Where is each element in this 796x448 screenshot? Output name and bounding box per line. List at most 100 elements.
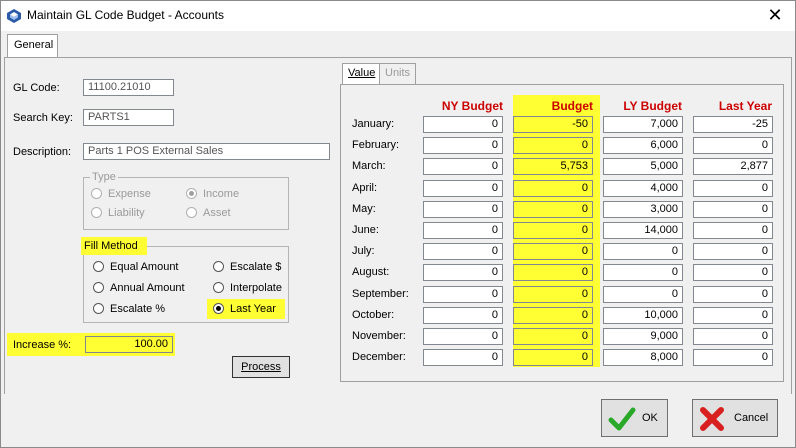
cell-budget[interactable]: 0: [513, 201, 593, 218]
header-ny-budget: NY Budget: [441, 99, 503, 113]
cell-ny[interactable]: 0: [423, 328, 503, 345]
cell-last[interactable]: 0: [693, 222, 773, 239]
cell-ly[interactable]: 7,000: [603, 116, 683, 133]
gl-code-label: GL Code:: [13, 82, 60, 94]
month-label: March:: [352, 160, 386, 172]
cell-budget[interactable]: 0: [513, 222, 593, 239]
cell-ly[interactable]: 4,000: [603, 180, 683, 197]
increase-field[interactable]: 100.00: [85, 336, 173, 353]
radio-annual-amount[interactable]: Annual Amount: [93, 282, 185, 294]
cell-ly[interactable]: 6,000: [603, 137, 683, 154]
cell-ly[interactable]: 9,000: [603, 328, 683, 345]
cell-ny[interactable]: 0: [423, 349, 503, 366]
cell-last[interactable]: 0: [693, 286, 773, 303]
cell-ly[interactable]: 3,000: [603, 201, 683, 218]
month-label: August:: [352, 266, 390, 278]
cell-ly[interactable]: 0: [603, 264, 683, 281]
ok-label: OK: [642, 412, 658, 424]
radio-escalate-pct[interactable]: Escalate %: [93, 303, 165, 315]
cell-last[interactable]: 2,877: [693, 158, 773, 175]
cell-budget[interactable]: 0: [513, 349, 593, 366]
header-budget: Budget: [551, 99, 593, 113]
radio-last-year[interactable]: Last Year: [207, 299, 285, 319]
month-label: October:: [352, 309, 395, 321]
cell-ly[interactable]: 10,000: [603, 307, 683, 324]
radio-income[interactable]: Income: [186, 188, 239, 200]
cell-ny[interactable]: 0: [423, 264, 503, 281]
dialog-window: Maintain GL Code Budget - Accounts ✕ Gen…: [0, 0, 796, 448]
cell-last[interactable]: 0: [693, 328, 773, 345]
title-bar: Maintain GL Code Budget - Accounts ✕: [1, 1, 795, 31]
cell-ly[interactable]: 8,000: [603, 349, 683, 366]
process-button[interactable]: Process: [232, 356, 290, 378]
increase-label: Increase %:: [13, 339, 72, 351]
cell-last[interactable]: 0: [693, 349, 773, 366]
cell-budget[interactable]: 0: [513, 307, 593, 324]
gl-code-field[interactable]: 11100.21010: [83, 79, 174, 96]
month-label: July:: [352, 245, 375, 257]
description-label: Description:: [13, 146, 72, 158]
cell-last[interactable]: 0: [693, 137, 773, 154]
cell-budget[interactable]: -50: [513, 116, 593, 133]
month-label: May:: [352, 203, 376, 215]
cell-ly[interactable]: 0: [603, 243, 683, 260]
month-label: April:: [352, 182, 378, 194]
type-group: Type: [83, 171, 289, 230]
month-label: September:: [352, 288, 409, 300]
cell-ny[interactable]: 0: [423, 222, 503, 239]
cell-budget[interactable]: 0: [513, 180, 593, 197]
month-label: November:: [352, 330, 406, 342]
cell-ly[interactable]: 0: [603, 286, 683, 303]
month-label: June:: [352, 224, 379, 236]
tab-value[interactable]: Value: [342, 63, 382, 85]
window-title: Maintain GL Code Budget - Accounts: [27, 8, 225, 22]
cell-last[interactable]: 0: [693, 201, 773, 218]
cell-ny[interactable]: 0: [423, 158, 503, 175]
search-key-field[interactable]: PARTS1: [83, 109, 174, 126]
radio-asset[interactable]: Asset: [186, 207, 231, 219]
header-ly-budget: LY Budget: [623, 99, 682, 113]
cell-last[interactable]: 0: [693, 180, 773, 197]
search-key-label: Search Key:: [13, 112, 73, 124]
cell-budget[interactable]: 0: [513, 328, 593, 345]
cell-ny[interactable]: 0: [423, 243, 503, 260]
tab-units[interactable]: Units: [379, 63, 417, 85]
cell-last[interactable]: 0: [693, 243, 773, 260]
cancel-button[interactable]: Cancel: [692, 399, 778, 437]
tab-general[interactable]: General: [7, 34, 58, 58]
radio-expense[interactable]: Expense: [91, 188, 151, 200]
cell-budget[interactable]: 0: [513, 286, 593, 303]
cell-last[interactable]: 0: [693, 264, 773, 281]
cell-ny[interactable]: 0: [423, 137, 503, 154]
cell-ny[interactable]: 0: [423, 201, 503, 218]
app-logo-icon: [7, 9, 21, 23]
cell-budget[interactable]: 0: [513, 243, 593, 260]
radio-interpolate[interactable]: Interpolate: [213, 282, 282, 294]
cell-last[interactable]: 0: [693, 307, 773, 324]
fill-method-title: Fill Method: [81, 237, 147, 255]
button-bar: [1, 394, 795, 447]
cell-budget[interactable]: 0: [513, 264, 593, 281]
cell-budget[interactable]: 5,753: [513, 158, 593, 175]
month-label: January:: [352, 118, 395, 130]
ok-button[interactable]: OK: [601, 399, 668, 437]
checkmark-icon: [608, 407, 636, 431]
cancel-label: Cancel: [734, 412, 769, 424]
cell-budget[interactable]: 0: [513, 137, 593, 154]
cell-ly[interactable]: 14,000: [603, 222, 683, 239]
description-field[interactable]: Parts 1 POS External Sales: [83, 143, 330, 160]
close-icon[interactable]: ✕: [765, 5, 785, 25]
cell-last[interactable]: -25: [693, 116, 773, 133]
radio-equal-amount[interactable]: Equal Amount: [93, 261, 179, 273]
red-x-icon: [700, 407, 724, 431]
cell-ny[interactable]: 0: [423, 286, 503, 303]
cell-ly[interactable]: 5,000: [603, 158, 683, 175]
radio-liability[interactable]: Liability: [91, 207, 145, 219]
month-label: December:: [352, 351, 406, 363]
header-last-year: Last Year: [718, 99, 772, 113]
radio-escalate-dollar[interactable]: Escalate $: [213, 261, 281, 273]
cell-ny[interactable]: 0: [423, 180, 503, 197]
cell-ny[interactable]: 0: [423, 116, 503, 133]
month-label: February:: [352, 139, 400, 151]
cell-ny[interactable]: 0: [423, 307, 503, 324]
